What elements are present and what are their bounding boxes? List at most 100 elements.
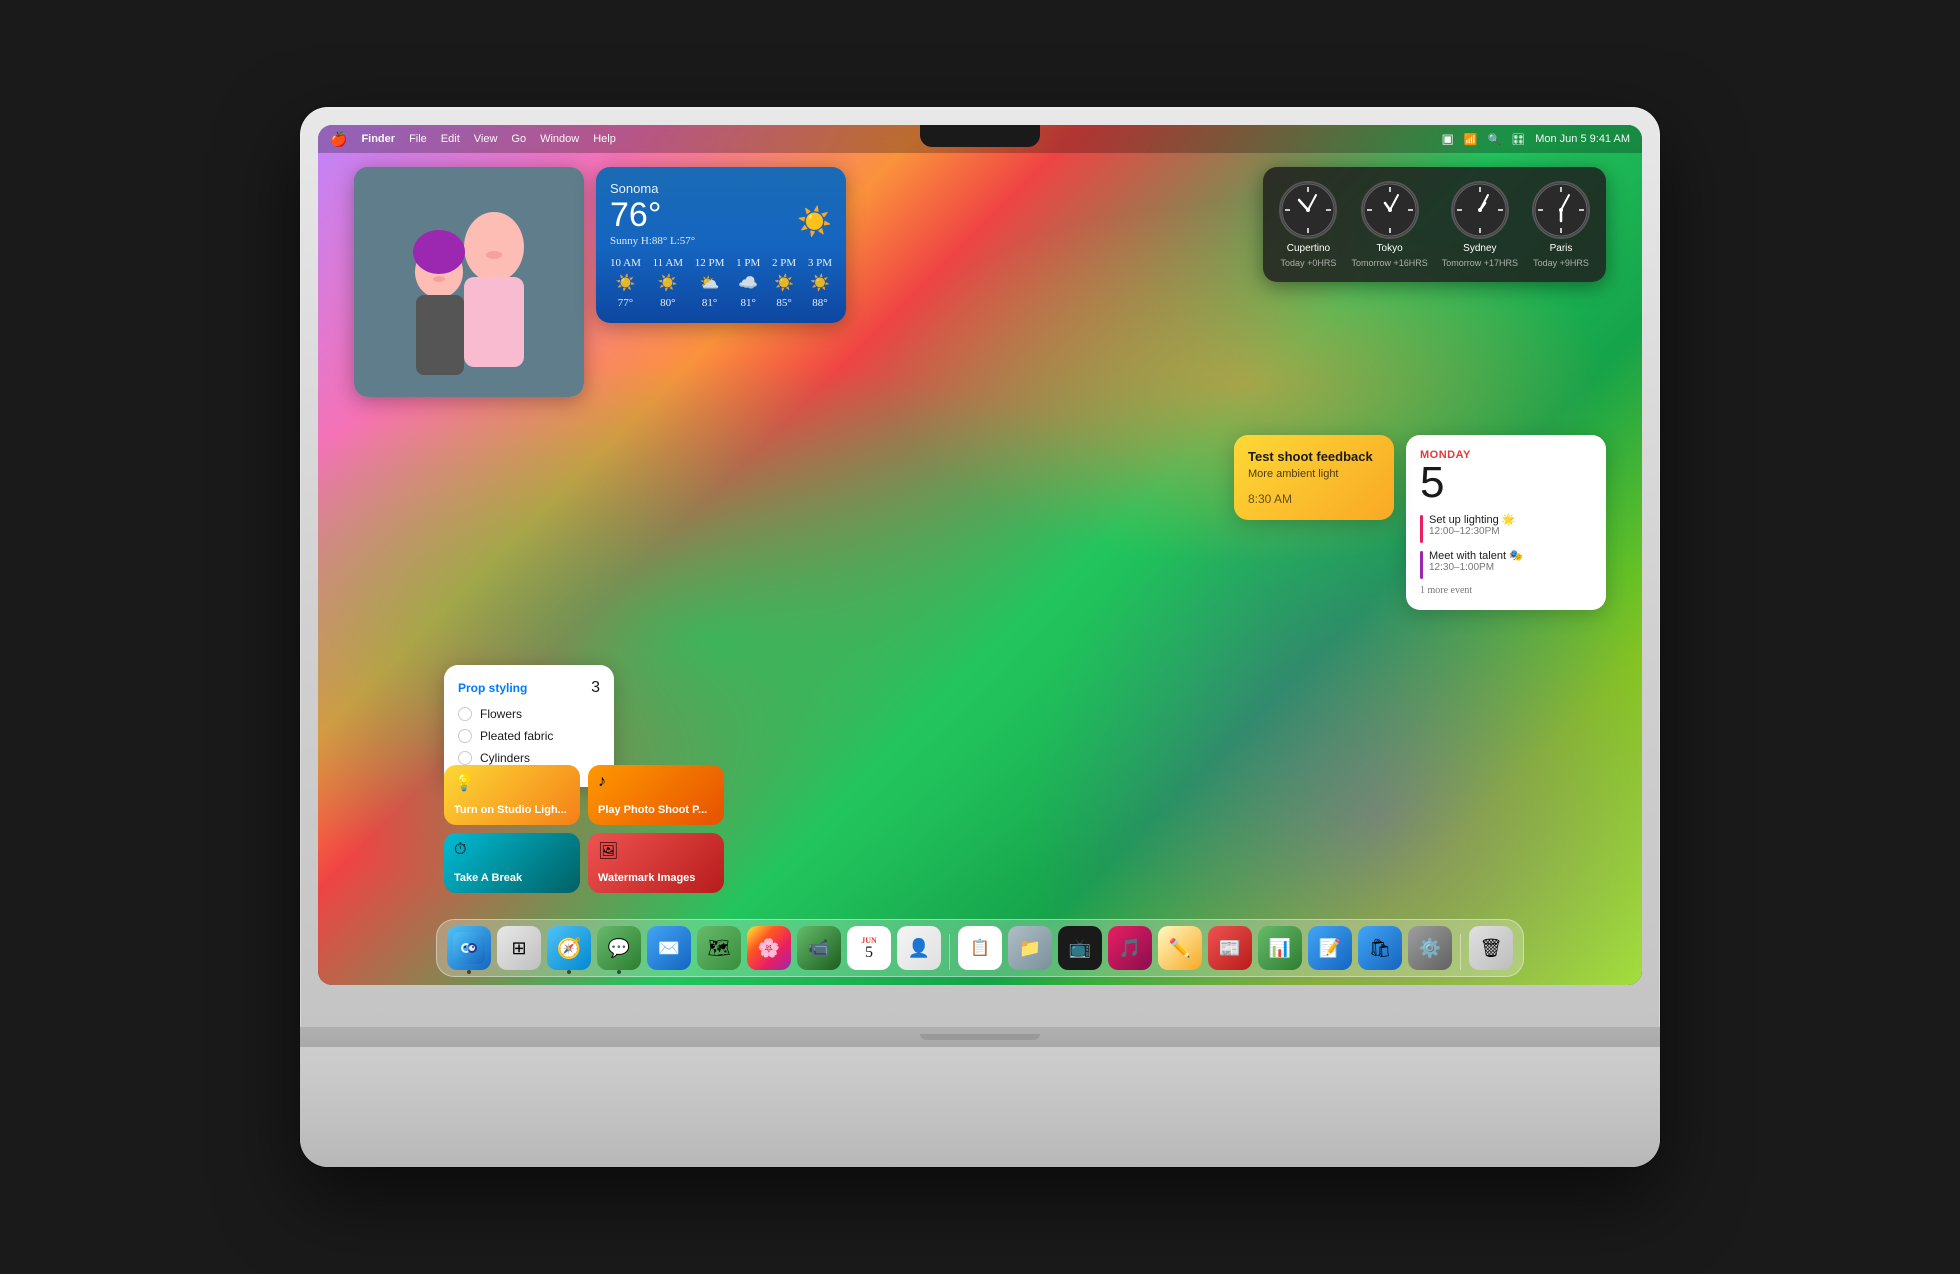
finder-menu[interactable]: Finder	[361, 133, 395, 145]
dock-separator-1	[949, 934, 950, 970]
view-menu[interactable]: View	[474, 133, 498, 145]
dock-appletv[interactable]: 📺	[1058, 926, 1102, 970]
dock-maps[interactable]: 🗺	[697, 926, 741, 970]
edit-menu[interactable]: Edit	[441, 133, 460, 145]
desktop[interactable]: 🍎 Finder File Edit View Go Window Help ▣…	[318, 125, 1642, 985]
shortcut-take-break[interactable]: ⏱ Take A Break	[444, 833, 580, 893]
dock-appstore[interactable]: 🛍	[1358, 926, 1402, 970]
screen-bezel: 🍎 Finder File Edit View Go Window Help ▣…	[318, 125, 1642, 985]
clock-city-sydney: Sydney	[1463, 243, 1496, 254]
clock-sydney: Sydney Tomorrow +17HRS	[1442, 181, 1518, 268]
dock-trash[interactable]: 🗑	[1469, 926, 1513, 970]
dock-freeform[interactable]: ✏️	[1158, 926, 1202, 970]
help-menu[interactable]: Help	[593, 133, 616, 145]
note-title: Test shoot feedback	[1248, 449, 1380, 464]
hour-icon-2: ⛅	[700, 273, 720, 293]
dock-mail[interactable]: ✉️	[647, 926, 691, 970]
clock-tokyo: Tokyo Tomorrow +16HRS	[1351, 181, 1427, 268]
weather-desc-row: 76° Sunny H:88° L:57° ☀️	[610, 196, 832, 247]
shortcut-studio-light[interactable]: 💡 Turn on Studio Ligh...	[444, 765, 580, 825]
clock-city-paris: Paris	[1550, 243, 1573, 254]
clock-face-tokyo	[1361, 181, 1419, 239]
cal-date: 5	[1420, 461, 1592, 505]
dock-photos[interactable]: 🌸	[747, 926, 791, 970]
macbook-hinge	[300, 1027, 1660, 1047]
hour-temp-1: 80°	[660, 297, 675, 309]
search-icon[interactable]: 🔍	[1488, 133, 1502, 146]
dock-safari[interactable]: 🧭	[547, 926, 591, 970]
dock-facetime[interactable]: 📹	[797, 926, 841, 970]
control-center-icon[interactable]: 🎛	[1511, 133, 1525, 146]
note-subtitle: More ambient light	[1248, 468, 1380, 480]
hinge-notch	[920, 1034, 1040, 1040]
camera-notch	[920, 125, 1040, 147]
weather-temp-block: 76° Sunny H:88° L:57°	[610, 196, 695, 247]
dock-pages[interactable]: 📝	[1308, 926, 1352, 970]
widget-note: Test shoot feedback More ambient light 8…	[1234, 435, 1394, 520]
rem-item-2: Cylinders	[458, 751, 600, 765]
hour-icon-1: ☀️	[658, 273, 678, 293]
macbook-laptop: 🍎 Finder File Edit View Go Window Help ▣…	[300, 107, 1660, 1167]
reminders-count: 3	[591, 679, 600, 697]
cal-event-time-1: 12:30–1:00PM	[1429, 562, 1523, 573]
clock-offset-cupertino: Today +0HRS	[1281, 258, 1337, 268]
hour-temp-4: 85°	[776, 297, 791, 309]
weather-hour-1: 11 AM ☀️ 80°	[653, 257, 683, 309]
shortcut-icon-1: ♪	[598, 773, 714, 791]
weather-city: Sonoma	[610, 181, 832, 196]
weather-hour-2: 12 PM ⛅ 81°	[695, 257, 725, 309]
file-menu[interactable]: File	[409, 133, 427, 145]
rem-circle-2	[458, 751, 472, 765]
clock-face-cupertino	[1279, 181, 1337, 239]
dock-settings[interactable]: ⚙️	[1408, 926, 1452, 970]
dock-launchpad[interactable]: ⊞	[497, 926, 541, 970]
go-menu[interactable]: Go	[511, 133, 526, 145]
hour-temp-2: 81°	[702, 297, 717, 309]
hour-label-5: 3 PM	[808, 257, 832, 269]
dock-news[interactable]: 📰	[1208, 926, 1252, 970]
dock-calendar[interactable]: JUN 5	[847, 926, 891, 970]
dock-container: ⊞ 🧭 💬 ✉️ 🗺 🌸 📹 JUN 5	[436, 919, 1524, 977]
dock-files[interactable]: 📁	[1008, 926, 1052, 970]
clock-city-cupertino: Cupertino	[1287, 243, 1330, 254]
wifi-status-icon: 📶	[1464, 133, 1478, 146]
window-menu[interactable]: Window	[540, 133, 579, 145]
clock-paris: Paris Today +9HRS	[1532, 181, 1590, 268]
dock-contacts[interactable]: 👤	[897, 926, 941, 970]
rem-item-0: Flowers	[458, 707, 600, 721]
menubar-left: 🍎 Finder File Edit View Go Window Help	[330, 131, 616, 148]
clock-face-paris	[1532, 181, 1590, 239]
dock-numbers[interactable]: 📊	[1258, 926, 1302, 970]
shortcut-label-2: Take A Break	[454, 872, 570, 885]
dock-music[interactable]: 🎵	[1108, 926, 1152, 970]
cal-event-1: Meet with talent 🎭 12:30–1:00PM	[1420, 549, 1592, 579]
weather-hourly: 10 AM ☀️ 77° 11 AM ☀️ 80° 12 PM ⛅ 81	[610, 257, 832, 309]
clock-offset-sydney: Tomorrow +17HRS	[1442, 258, 1518, 268]
shortcut-label-3: Watermark Images	[598, 872, 714, 885]
dock-finder[interactable]	[447, 926, 491, 970]
hour-temp-3: 81°	[740, 297, 755, 309]
cal-more-events: 1 more event	[1420, 585, 1592, 596]
dock-messages[interactable]: 💬	[597, 926, 641, 970]
shortcut-watermark[interactable]: 🖼 Watermark Images	[588, 833, 724, 893]
cal-event-details-1: Meet with talent 🎭 12:30–1:00PM	[1429, 549, 1523, 573]
dock-separator-2	[1460, 934, 1461, 970]
hour-label-3: 1 PM	[736, 257, 760, 269]
widget-clocks: Cupertino Today +0HRS	[1263, 167, 1606, 282]
shortcut-icon-2: ⏱	[454, 841, 570, 859]
apple-menu[interactable]: 🍎	[330, 131, 347, 148]
cal-event-title-1: Meet with talent 🎭	[1429, 549, 1523, 562]
dock: ⊞ 🧭 💬 ✉️ 🗺 🌸 📹 JUN 5	[436, 919, 1524, 977]
finder-dot	[467, 970, 471, 974]
cal-event-bar-0	[1420, 515, 1423, 543]
menubar-right: ▣ 📶 🔍 🎛 Mon Jun 5 9:41 AM	[1442, 131, 1630, 147]
messages-dot	[617, 970, 621, 974]
clock-display: Mon Jun 5 9:41 AM	[1535, 133, 1630, 145]
dock-reminders[interactable]: 📋	[958, 926, 1002, 970]
hour-icon-3: ☁️	[738, 273, 758, 293]
macbook-bottom	[300, 1027, 1660, 1167]
shortcut-photo-shoot[interactable]: ♪ Play Photo Shoot P...	[588, 765, 724, 825]
rem-circle-1	[458, 729, 472, 743]
shortcut-label-1: Play Photo Shoot P...	[598, 804, 714, 817]
note-time: 8:30 AM	[1248, 492, 1380, 506]
